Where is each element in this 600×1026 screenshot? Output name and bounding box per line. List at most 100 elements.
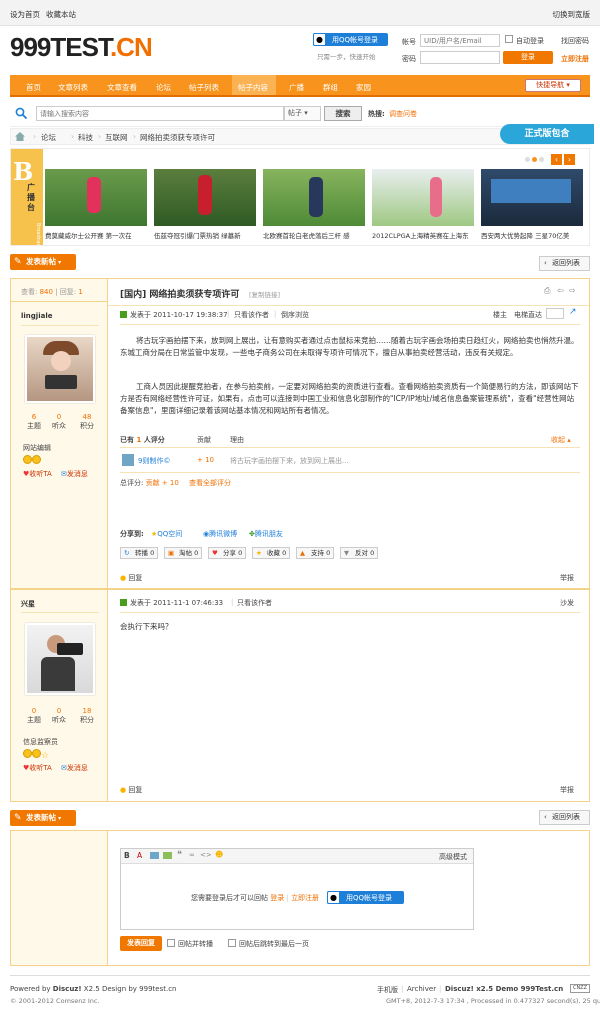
nav-thread-list[interactable]: 帖子列表	[189, 82, 219, 93]
collapse-rate-link[interactable]: 收起 ▴	[551, 435, 571, 445]
image-icon[interactable]	[150, 852, 159, 859]
search-scope-select[interactable]: 帖子 ▾	[284, 106, 321, 121]
send-message-link[interactable]: ✉发消息	[61, 763, 88, 773]
qq-login-button[interactable]: ● 用QQ帐号登录	[313, 33, 388, 46]
share-button[interactable]: ♥ 分享 0	[208, 547, 246, 559]
banner-photo-expo[interactable]	[481, 169, 583, 226]
author-name[interactable]: 兴星	[21, 599, 35, 609]
editor-login-link[interactable]: 登录	[270, 894, 284, 902]
share-qzone[interactable]: ★QQ空间	[151, 529, 182, 539]
site-logo[interactable]: 999TEST.CN	[10, 32, 153, 63]
rater-avatar[interactable]	[122, 454, 134, 466]
author-stat[interactable]: 6 主题	[24, 413, 44, 431]
repost-checkbox[interactable]	[167, 939, 175, 947]
nav-home[interactable]: 首页	[26, 82, 41, 93]
home-icon[interactable]	[15, 132, 25, 141]
nav-broadcast[interactable]: 广播	[289, 82, 304, 93]
only-author-link[interactable]: 只看该作者	[237, 598, 272, 608]
search-input[interactable]	[36, 106, 284, 121]
code-icon[interactable]: <>	[200, 851, 212, 859]
author-avatar[interactable]	[25, 623, 95, 695]
demo-link[interactable]: Discuz! x2.5 Demo 999Test.cn	[445, 985, 563, 993]
send-message-link[interactable]: ✉发消息	[61, 469, 88, 479]
bold-icon[interactable]: B	[124, 851, 130, 860]
breadcrumb-forum[interactable]: 论坛	[41, 132, 56, 143]
set-home-link[interactable]: 设为首页	[10, 9, 40, 20]
nav-groups[interactable]: 群组	[323, 82, 338, 93]
editor-register-link[interactable]: 立即注册	[291, 894, 319, 902]
follow-link[interactable]: ♥收听TA	[23, 469, 52, 479]
advanced-mode-link[interactable]: 高级模式	[439, 852, 467, 862]
banner-caption[interactable]: 2012CLPGA上海精英赛在上海东	[372, 230, 476, 240]
author-stat[interactable]: 0 主题	[24, 707, 44, 725]
author-stat[interactable]: 18 积分	[77, 707, 97, 725]
rater-name[interactable]: 9则制作©	[138, 456, 170, 466]
quote-icon[interactable]: ❝	[177, 850, 182, 860]
submit-reply-button[interactable]: 发表回复	[120, 936, 162, 951]
banner-photo-golfer-4[interactable]	[372, 169, 474, 226]
banner-caption[interactable]: 费莫藏威尔士公开赛 第一次在	[45, 230, 149, 240]
nav-thread-content[interactable]: 帖子内容	[238, 82, 268, 93]
banner-caption[interactable]: 伍兹夺冠引爆门票热销 绿墓新	[154, 230, 258, 240]
text-color-icon[interactable]: A	[137, 851, 142, 860]
report-link[interactable]: 举报	[560, 785, 574, 795]
author-stat[interactable]: 0 听众	[49, 413, 69, 431]
hot-search-item[interactable]: 调查问卷	[389, 109, 417, 119]
search-button[interactable]: 搜索	[324, 106, 362, 121]
oppose-button[interactable]: ▼ 反对 0	[340, 547, 378, 559]
new-post-button[interactable]: ✎ 发表新帖 ▾	[10, 810, 76, 826]
favorite-button[interactable]: ★ 收藏 0	[252, 547, 290, 559]
carousel-dot[interactable]	[539, 157, 544, 162]
mobile-link[interactable]: 手机版	[377, 985, 398, 995]
share-tencent-friends[interactable]: ✤腾讯朋友	[249, 529, 283, 539]
author-name[interactable]: lingjiale	[21, 312, 52, 320]
back-to-list-button[interactable]: ‹ 返回列表	[539, 810, 590, 825]
report-link[interactable]: 举报	[560, 573, 574, 583]
banner-photo-golfer-1[interactable]	[45, 169, 147, 226]
only-author-link[interactable]: 只看该作者	[234, 310, 269, 320]
login-button[interactable]: 登录	[503, 51, 553, 64]
nav-article-list[interactable]: 文章列表	[58, 82, 88, 93]
quick-nav-button[interactable]: 快捷导航 ▾	[525, 79, 581, 92]
bookmark-link[interactable]: 收藏本站	[46, 9, 76, 20]
carousel-dot[interactable]	[525, 157, 530, 162]
prev-thread-icon[interactable]: ⇦	[557, 286, 564, 295]
share-tencent-weibo[interactable]: ◉腾讯微博	[203, 529, 237, 539]
password-input[interactable]	[420, 51, 500, 64]
view-all-rates-link[interactable]: 查看全部评分	[189, 478, 231, 488]
link-icon[interactable]: ∞	[189, 851, 195, 859]
breadcrumb-tech[interactable]: 科技	[78, 132, 93, 143]
emoji-icon[interactable]: ☻	[215, 850, 223, 859]
banner-photo-golfer-2[interactable]	[154, 169, 256, 226]
account-input[interactable]	[420, 34, 500, 47]
carousel-next-button[interactable]: ›	[564, 154, 575, 165]
print-icon[interactable]: ⎙	[544, 286, 550, 296]
repost-button[interactable]: ↻ 转播 0	[120, 547, 158, 559]
nav-forum[interactable]: 论坛	[156, 82, 171, 93]
archiver-link[interactable]: Archiver	[407, 985, 436, 993]
elevator-input[interactable]	[546, 308, 564, 319]
editor-qq-login-button[interactable]: ● 用QQ帐号登录	[327, 891, 404, 904]
reply-link[interactable]: ● 回复	[120, 785, 142, 795]
switch-width-link[interactable]: 切换到宽版	[553, 9, 591, 20]
forgot-password-link[interactable]: 找回密码	[561, 36, 589, 46]
cnzz-badge[interactable]: CNZZ	[570, 984, 590, 993]
banner-caption[interactable]: 北欧赛首轮白老虎落后三杆 感	[263, 230, 367, 240]
carousel-dot-active[interactable]	[532, 157, 537, 162]
jump-last-checkbox[interactable]	[228, 939, 236, 947]
next-thread-icon[interactable]: ⇨	[569, 286, 576, 295]
elevator-go-icon[interactable]: ↗	[569, 307, 577, 317]
carousel-prev-button[interactable]: ‹	[551, 154, 562, 165]
follow-link[interactable]: ♥收听TA	[23, 763, 52, 773]
reply-link[interactable]: ● 回复	[120, 573, 142, 583]
breadcrumb-internet[interactable]: 互联网	[105, 132, 128, 143]
new-post-button[interactable]: ✎ 发表新帖 ▾	[10, 254, 76, 270]
taotie-button[interactable]: ▣ 淘帖 0	[164, 547, 202, 559]
reverse-order-link[interactable]: 倒序浏览	[281, 310, 309, 320]
author-stat[interactable]: 0 听众	[49, 707, 69, 725]
nav-article-view[interactable]: 文章查看	[107, 82, 137, 93]
banner-caption[interactable]: 西安两大优势起降 三星70亿美	[481, 230, 587, 240]
register-link[interactable]: 立即注册	[561, 54, 589, 64]
nav-home-space[interactable]: 家园	[356, 82, 371, 93]
author-avatar[interactable]	[25, 335, 95, 403]
